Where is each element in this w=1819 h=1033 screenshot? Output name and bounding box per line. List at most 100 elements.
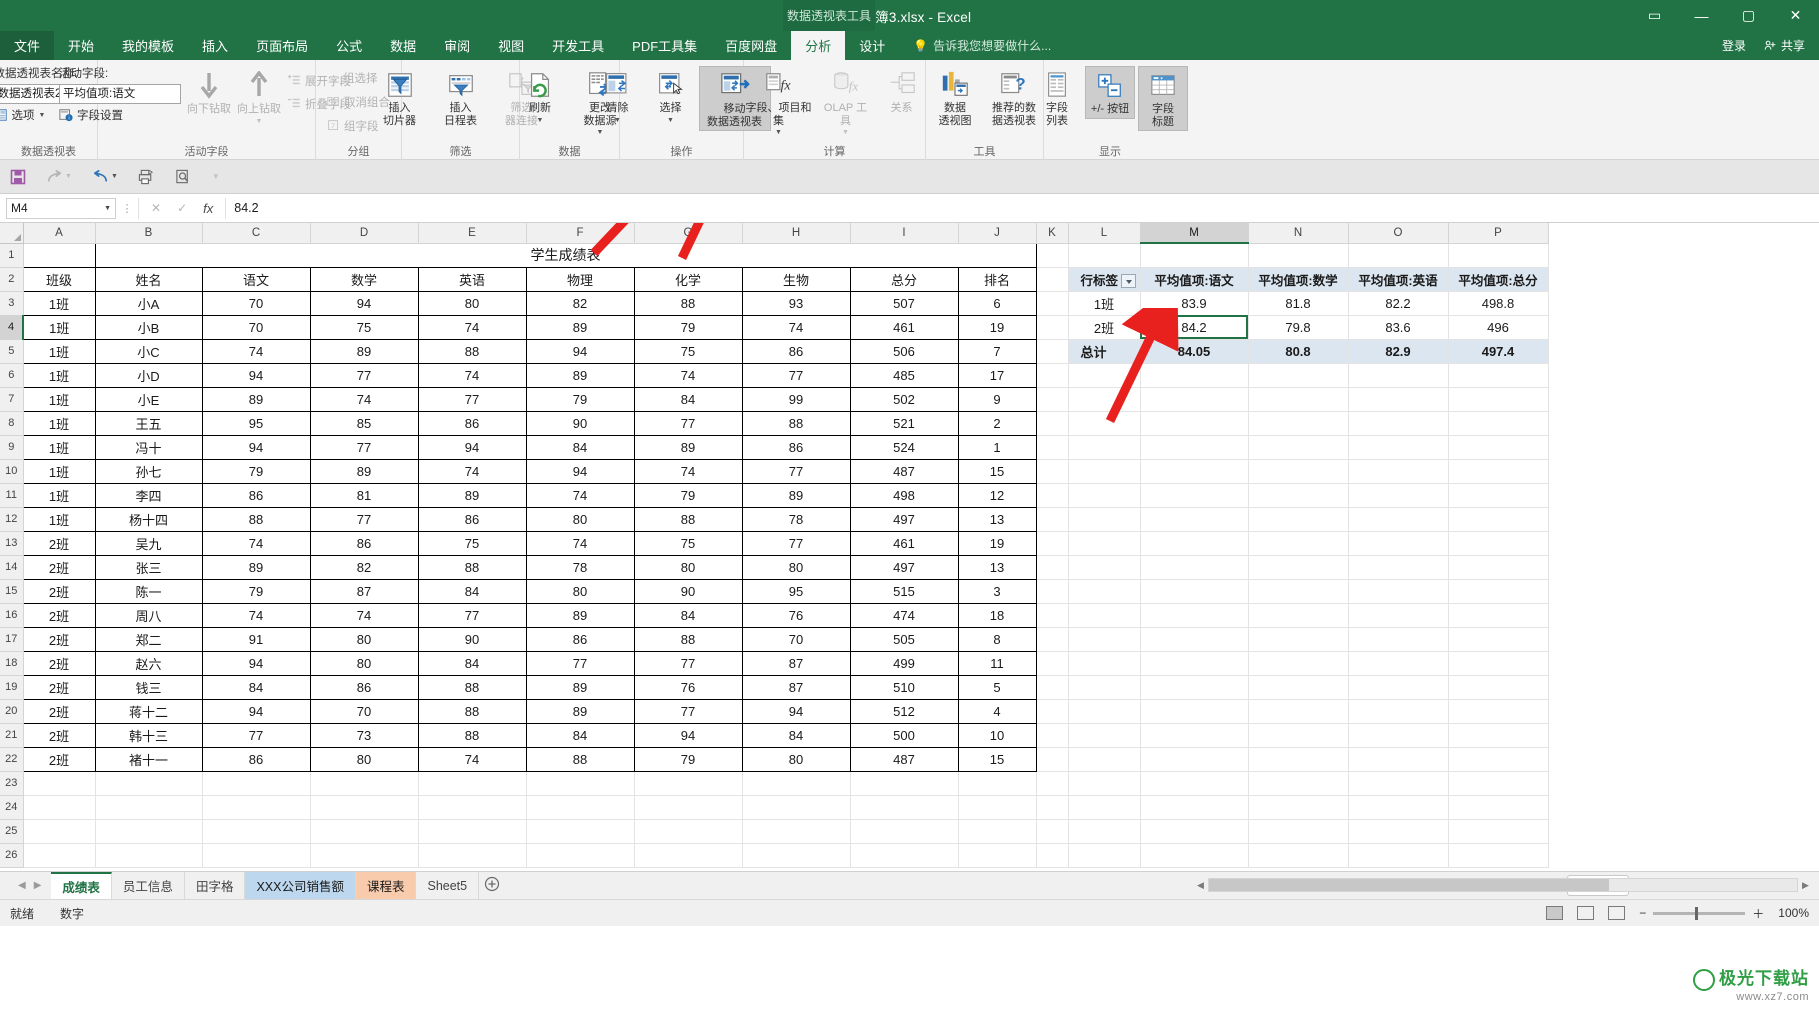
cell-G14[interactable]: 80 bbox=[633, 555, 743, 580]
cell-P9[interactable] bbox=[1448, 435, 1549, 460]
cell-E18[interactable]: 84 bbox=[417, 651, 527, 676]
cell-E19[interactable]: 88 bbox=[417, 675, 527, 700]
cell-J22[interactable]: 15 bbox=[957, 747, 1037, 772]
cell-N10[interactable] bbox=[1248, 459, 1349, 484]
cell-N16[interactable] bbox=[1248, 603, 1349, 628]
cell-A6[interactable]: 1班 bbox=[22, 363, 96, 388]
cell-C15[interactable]: 79 bbox=[201, 579, 311, 604]
hscroll-track[interactable] bbox=[1208, 878, 1798, 892]
row-header-18[interactable]: 18 bbox=[0, 651, 24, 676]
cell-D25[interactable] bbox=[310, 819, 419, 844]
cell-B7[interactable]: 小E bbox=[94, 387, 203, 412]
cell-B20[interactable]: 蒋十二 bbox=[94, 699, 203, 724]
cell-H10[interactable]: 77 bbox=[741, 459, 851, 484]
cell-K13[interactable] bbox=[1036, 531, 1069, 556]
cell-F23[interactable] bbox=[526, 771, 635, 796]
cell-E26[interactable] bbox=[418, 843, 527, 868]
cell-M19[interactable] bbox=[1140, 675, 1249, 700]
cell-A19[interactable]: 2班 bbox=[22, 675, 96, 700]
cell-G5[interactable]: 75 bbox=[633, 339, 743, 364]
cell-E25[interactable] bbox=[418, 819, 527, 844]
cell-I25[interactable] bbox=[850, 819, 959, 844]
cell-G22[interactable]: 79 bbox=[633, 747, 743, 772]
cell-E13[interactable]: 75 bbox=[417, 531, 527, 556]
cell-A10[interactable]: 1班 bbox=[22, 459, 96, 484]
tab-formulas[interactable]: 公式 bbox=[322, 31, 376, 60]
cell-F22[interactable]: 88 bbox=[525, 747, 635, 772]
cell-E4[interactable]: 74 bbox=[417, 315, 527, 340]
cell-E15[interactable]: 84 bbox=[417, 579, 527, 604]
cell-F4[interactable]: 89 bbox=[525, 315, 635, 340]
cell-E20[interactable]: 88 bbox=[417, 699, 527, 724]
cell-E9[interactable]: 94 bbox=[417, 435, 527, 460]
cell-K3[interactable] bbox=[1036, 291, 1069, 316]
cell-K8[interactable] bbox=[1036, 411, 1069, 436]
cell-F6[interactable]: 89 bbox=[525, 363, 635, 388]
cell-H8[interactable]: 88 bbox=[741, 411, 851, 436]
cell-G18[interactable]: 77 bbox=[633, 651, 743, 676]
cell-J14[interactable]: 13 bbox=[957, 555, 1037, 580]
sheet-tab-yuangongxinxi[interactable]: 员工信息 bbox=[112, 872, 185, 899]
cell-P6[interactable] bbox=[1448, 363, 1549, 388]
formula-bar-resize-handle[interactable]: ⋮ bbox=[116, 202, 138, 215]
cell-C3[interactable]: 70 bbox=[201, 291, 311, 316]
cell-L6[interactable] bbox=[1068, 363, 1141, 388]
cell-M11[interactable] bbox=[1140, 483, 1249, 508]
cell-E10[interactable]: 74 bbox=[417, 459, 527, 484]
tab-my-template[interactable]: 我的模板 bbox=[108, 31, 188, 60]
cell-D10[interactable]: 89 bbox=[309, 459, 419, 484]
cell-M16[interactable] bbox=[1140, 603, 1249, 628]
cell-D5[interactable]: 89 bbox=[309, 339, 419, 364]
cell-F10[interactable]: 94 bbox=[525, 459, 635, 484]
relationships-button[interactable]: 关系 bbox=[877, 66, 927, 117]
horizontal-scrollbar[interactable]: ◀ ▶ bbox=[1193, 876, 1813, 894]
cell-O10[interactable] bbox=[1348, 459, 1449, 484]
cell-N13[interactable] bbox=[1248, 531, 1349, 556]
cell-I5[interactable]: 506 bbox=[849, 339, 959, 364]
pivot-value-header-2[interactable]: 平均值项:数学 bbox=[1248, 267, 1349, 292]
drill-up-button[interactable]: 向上钻取 ▼ bbox=[234, 67, 284, 130]
cell-M6[interactable] bbox=[1140, 363, 1249, 388]
zoom-in-button[interactable]: ＋ bbox=[1752, 905, 1764, 922]
cell-J3[interactable]: 6 bbox=[957, 291, 1037, 316]
confirm-icon[interactable]: ✓ bbox=[177, 201, 187, 215]
cell-B15[interactable]: 陈一 bbox=[94, 579, 203, 604]
row-header-12[interactable]: 12 bbox=[0, 507, 24, 532]
cell-G24[interactable] bbox=[634, 795, 743, 820]
cell-N15[interactable] bbox=[1248, 579, 1349, 604]
cell-L7[interactable] bbox=[1068, 387, 1141, 412]
cell-D3[interactable]: 94 bbox=[309, 291, 419, 316]
cell-F25[interactable] bbox=[526, 819, 635, 844]
cell-I21[interactable]: 500 bbox=[849, 723, 959, 748]
cell-K24[interactable] bbox=[1036, 795, 1069, 820]
cell-M23[interactable] bbox=[1140, 771, 1249, 796]
cell-P20[interactable] bbox=[1448, 699, 1549, 724]
cell-C26[interactable] bbox=[202, 843, 311, 868]
pivot-grand-total-1[interactable]: 84.05 bbox=[1140, 339, 1249, 364]
sheet-tab-tianzige[interactable]: 田字格 bbox=[185, 872, 246, 899]
cell-P11[interactable] bbox=[1448, 483, 1549, 508]
column-header-e[interactable]: E bbox=[418, 223, 527, 244]
cell-K23[interactable] bbox=[1036, 771, 1069, 796]
cell-A12[interactable]: 1班 bbox=[22, 507, 96, 532]
cell-E7[interactable]: 77 bbox=[417, 387, 527, 412]
cell-B23[interactable] bbox=[95, 771, 203, 796]
cell-B22[interactable]: 褚十一 bbox=[94, 747, 203, 772]
column-header-o[interactable]: O bbox=[1348, 223, 1449, 244]
cell-D21[interactable]: 73 bbox=[309, 723, 419, 748]
cell-I17[interactable]: 505 bbox=[849, 627, 959, 652]
row-header-14[interactable]: 14 bbox=[0, 555, 24, 580]
column-header-g[interactable]: G bbox=[634, 223, 743, 244]
cell-D24[interactable] bbox=[310, 795, 419, 820]
cell-J15[interactable]: 3 bbox=[957, 579, 1037, 604]
cell-F24[interactable] bbox=[526, 795, 635, 820]
cell-C20[interactable]: 94 bbox=[201, 699, 311, 724]
share-button[interactable]: 共享 bbox=[1764, 37, 1805, 54]
active-field-input[interactable]: 平均值项:语文 bbox=[59, 84, 181, 104]
cell-P7[interactable] bbox=[1448, 387, 1549, 412]
cell-F12[interactable]: 80 bbox=[525, 507, 635, 532]
cell-P17[interactable] bbox=[1448, 627, 1549, 652]
row-header-17[interactable]: 17 bbox=[0, 627, 24, 652]
table-header-G[interactable]: 化学 bbox=[633, 267, 743, 292]
cell-N21[interactable] bbox=[1248, 723, 1349, 748]
